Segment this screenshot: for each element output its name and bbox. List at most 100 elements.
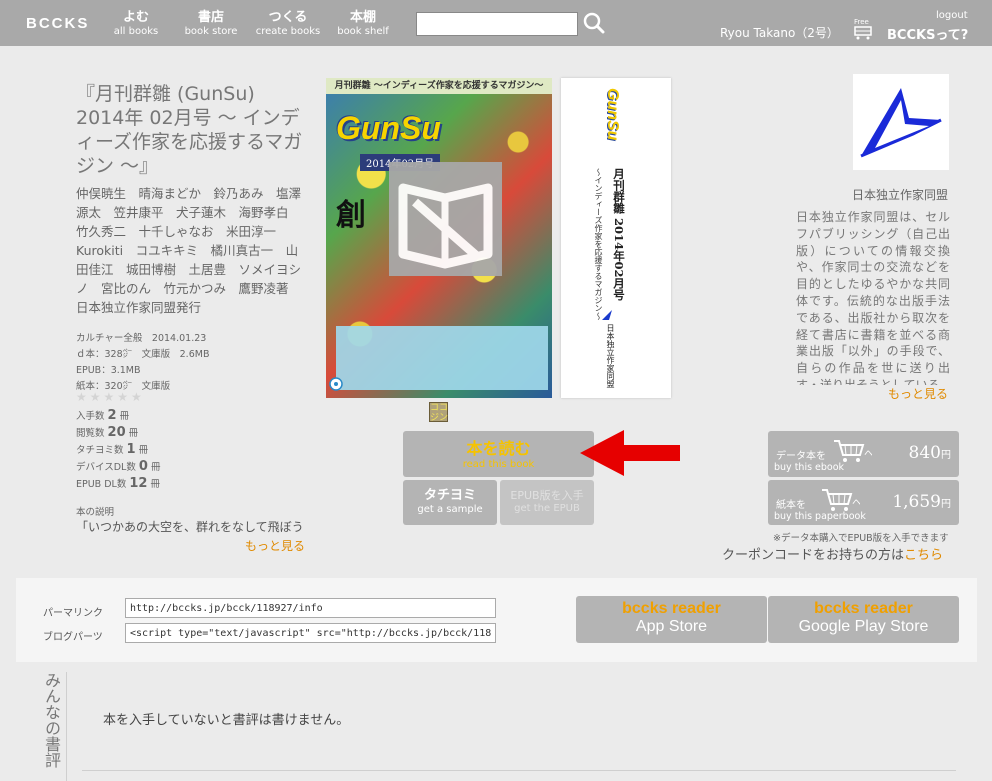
nav-read[interactable]: よむ all books	[112, 10, 160, 38]
book-epub-info: EPUB：3.1MB	[76, 365, 141, 376]
cover-header-text: 月刊群雛 〜インディーズ作家を応援するマガジン〜	[326, 78, 552, 94]
buy-ebook-button[interactable]: データ本を buy this ebook へ 840円	[768, 431, 959, 477]
stat-label: 入手数	[76, 411, 105, 422]
stat-value: 1	[126, 442, 136, 457]
stat-unit: 冊	[119, 411, 130, 422]
cart-icon: へ	[820, 486, 862, 514]
stat-acquired: 入手数 2 冊	[76, 408, 129, 423]
spine-publisher: 日本独立作家同盟	[606, 324, 615, 388]
publisher-more-link[interactable]: もっと見る	[888, 385, 948, 402]
buy-paperbook-label: 紙本を	[776, 500, 806, 511]
get-sample-label: タチヨミ	[423, 488, 476, 503]
cover-kanji: 創	[336, 198, 366, 233]
read-book-label: 本を読む	[466, 439, 531, 458]
koko-jin-icon[interactable]: ココ ジン	[429, 402, 448, 423]
read-book-sublabel: read this book	[462, 459, 535, 470]
red-arrow-annotation	[578, 428, 682, 478]
get-epub-label: EPUB版を入手	[510, 489, 584, 502]
nav-read-sublabel: all books	[113, 26, 159, 37]
about-bccks-link[interactable]: BCCKSって?	[887, 24, 968, 43]
stat-value: 2	[107, 408, 117, 423]
stat-value: 12	[129, 476, 148, 491]
search-input[interactable]	[416, 12, 578, 36]
spine-subtitle: 〜インディーズ作家を応援するマガジン〜	[594, 168, 603, 320]
book-category-date: カルチャー全般 2014.01.23	[76, 333, 207, 344]
spine-logo: GunSu	[604, 88, 621, 141]
blog-parts-field[interactable]	[125, 623, 496, 643]
stat-unit: 冊	[150, 479, 161, 490]
nav-shelf[interactable]: 本棚 book shelf	[334, 10, 392, 38]
publisher-description: 日本独立作家同盟は、セルフパブリッシング（自己出版）についての情報交換や、作家同…	[796, 210, 950, 385]
stat-unit: 冊	[138, 445, 149, 456]
app-store-button[interactable]: bccks reader App Store	[576, 596, 767, 643]
coupon-label: クーポンコードをお持ちの方は	[722, 548, 905, 563]
permalink-field[interactable]	[125, 598, 496, 618]
book-spine: GunSu 月刊群雛 2014年02月号 〜インディーズ作家を応援するマガジン〜…	[561, 78, 671, 398]
book-description: 「いつかあの大空を、群れをなして飛ぼう	[76, 520, 304, 534]
stat-unit: 冊	[150, 462, 161, 473]
nav-store-sublabel: book store	[184, 26, 238, 37]
blog-parts-label: ブログパーツ	[43, 632, 103, 643]
reader-brand-label: bccks reader	[814, 600, 913, 617]
cart-icon: へ	[832, 437, 874, 465]
ebook-price: 840円	[908, 443, 951, 463]
publisher-name[interactable]: 日本独立作家同盟	[852, 186, 948, 203]
free-label: Free	[854, 18, 869, 26]
publisher-mark-icon	[601, 306, 613, 320]
stat-value: 0	[138, 459, 148, 474]
rating-stars[interactable]: ★★★★★	[76, 390, 145, 404]
user-name[interactable]: Ryou Takano（2号）	[720, 24, 839, 41]
stat-label: デバイスDL数	[76, 462, 136, 473]
stat-samples: タチヨミ数 1 冊	[76, 442, 148, 457]
open-book-icon	[389, 162, 502, 276]
coupon-text: クーポンコードをお持ちの方はこちら	[722, 544, 943, 563]
cover-authors-panel	[336, 326, 548, 390]
nav-create-label: つくる	[268, 10, 308, 25]
description-more-link[interactable]: もっと見る	[245, 537, 305, 554]
ebook-epub-note: ※データ本購入でEPUB版を入手できます	[773, 533, 949, 544]
permalink-label: パーマリンク	[43, 608, 103, 619]
svg-text:へ: へ	[852, 498, 860, 509]
google-play-label: Google Play Store	[798, 618, 929, 635]
nav-store-label: 書店	[197, 10, 224, 25]
get-epub-sublabel: get the EPUB	[514, 503, 580, 514]
nav-create[interactable]: つくる create books	[252, 10, 324, 38]
get-sample-button[interactable]: タチヨミ get a sample	[403, 480, 497, 525]
description-label: 本の説明	[76, 507, 115, 518]
stat-device-dl: デバイスDL数 0 冊	[76, 459, 160, 474]
book-digital-info: ｄ本：328㌻ 文庫版 2.6MB	[76, 349, 210, 360]
read-book-button[interactable]: 本を読む read this book	[403, 431, 594, 477]
google-play-button[interactable]: bccks reader Google Play Store	[768, 596, 959, 643]
book-title: 『月刊群雛 (GunSu) 2014年 02月号 〜 インディーズ作家を応援する…	[76, 83, 303, 177]
cover-logo: GunSu	[336, 110, 441, 146]
nav-shelf-sublabel: book shelf	[337, 26, 389, 37]
publisher-logo[interactable]	[853, 74, 949, 170]
buy-ebook-label: データ本を	[776, 451, 826, 462]
app-store-label: App Store	[635, 618, 708, 635]
stat-label: EPUB DL数	[76, 479, 127, 490]
stat-views: 閲覧数 20 冊	[76, 425, 138, 440]
book-authors[interactable]: 仲俣暁生 晴海まどか 鈴乃あみ 塩澤源太 笠井康平 犬子蓮木 海野孝白 竹久秀二…	[76, 184, 308, 317]
search-icon[interactable]	[583, 12, 605, 34]
nav-store[interactable]: 書店 book store	[182, 10, 240, 38]
svg-text:へ: へ	[864, 449, 872, 460]
reviews-note: 本を入手していないと書評は書けません。	[103, 713, 350, 728]
book-cover[interactable]: 月刊群雛 〜インディーズ作家を応援するマガジン〜 GunSu 2014年02月号…	[326, 78, 552, 398]
nav-shelf-label: 本棚	[349, 10, 376, 25]
nav-read-label: よむ	[122, 10, 149, 25]
reviews-heading: みんなの書評	[42, 672, 61, 768]
stat-unit: 冊	[128, 428, 139, 439]
spine-title: 月刊群雛 2014年02月号	[612, 168, 626, 301]
coupon-link[interactable]: こちら	[904, 548, 943, 563]
stat-epub-dl: EPUB DL数 12 冊	[76, 476, 160, 491]
stat-label: タチヨミ数	[76, 445, 124, 456]
logout-link[interactable]: logout	[936, 10, 968, 21]
buy-paperbook-button[interactable]: 紙本を buy this paperbook へ 1,659円	[768, 480, 959, 525]
get-sample-sublabel: get a sample	[417, 504, 483, 515]
free-cart-icon[interactable]: Free	[852, 16, 874, 40]
site-logo[interactable]: BCCKS	[26, 15, 89, 32]
paperbook-price: 1,659円	[892, 492, 951, 512]
reviews-divider-vertical	[66, 672, 67, 781]
get-epub-button[interactable]: EPUB版を入手 get the EPUB	[500, 480, 594, 525]
cover-badge-icon	[329, 376, 343, 391]
